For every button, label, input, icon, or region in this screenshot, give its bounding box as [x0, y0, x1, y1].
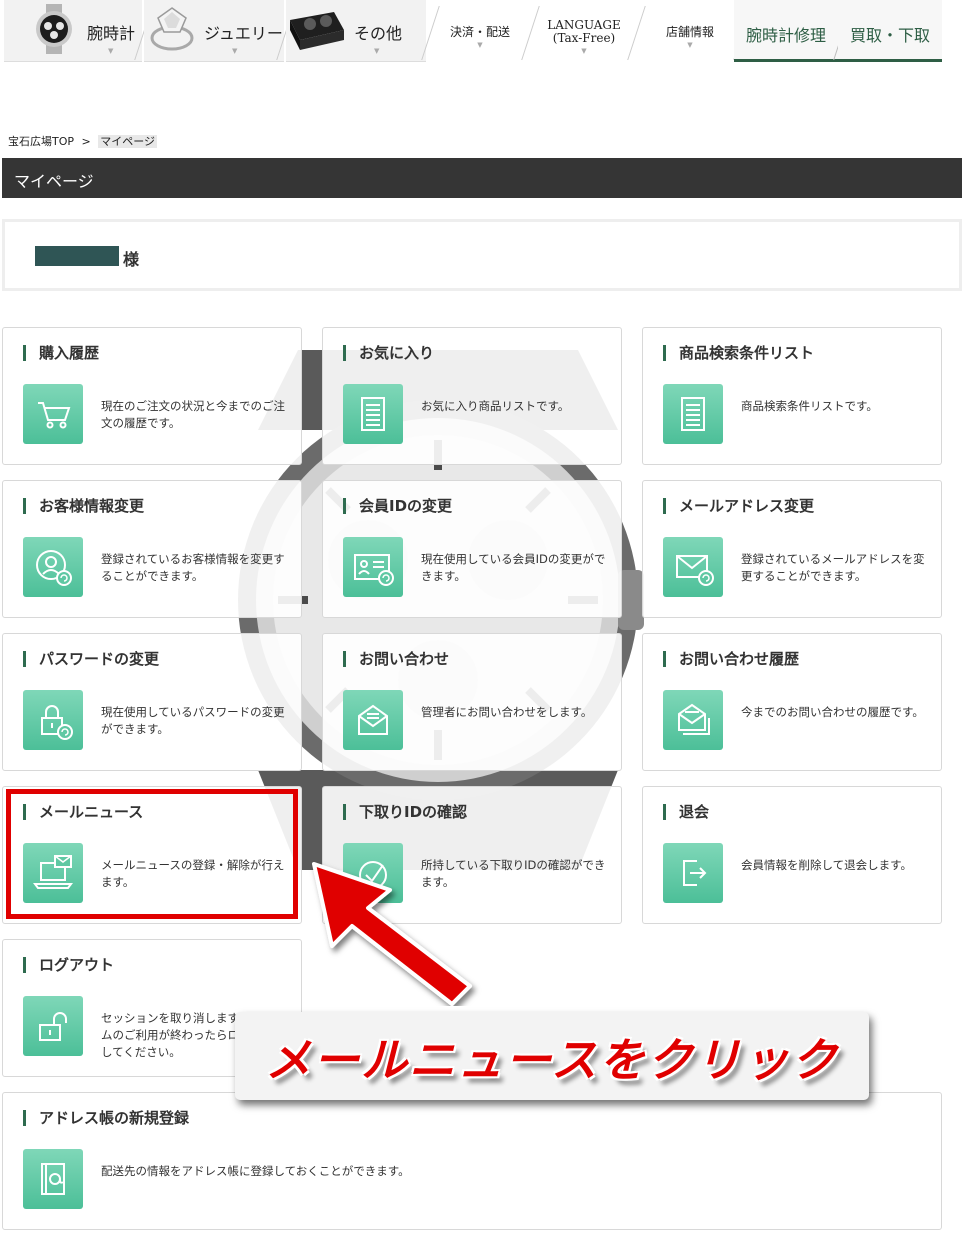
card-password-change[interactable]: パスワードの変更 現在使用しているパスワードの変更ができます。	[2, 633, 302, 771]
nav-item-language[interactable]: LANGUAGE (Tax-Free) ▼	[534, 0, 634, 62]
card-title: 退会	[663, 804, 709, 820]
page-title-bar: マイページ	[2, 158, 962, 198]
instruction-callout: メールニュースをクリック	[235, 1012, 869, 1100]
card-description: 今までのお問い合わせの履歴です。	[741, 705, 924, 719]
card-title: お問い合わせ履歴	[663, 651, 799, 667]
card-description: 登録されているお客様情報を変更することができます。	[101, 552, 285, 583]
card-title: ログアウト	[23, 957, 114, 973]
card-title: パスワードの変更	[23, 651, 159, 667]
nav-item-other[interactable]: その他 ▼	[286, 0, 426, 62]
card-title: メールアドレス変更	[663, 498, 814, 514]
card-description: 現在使用しているパスワードの変更ができます。	[101, 705, 285, 736]
list-icon	[343, 384, 403, 444]
nav-label: 買取・下取	[849, 26, 930, 45]
card-favorites[interactable]: お気に入り お気に入り商品リストです。	[322, 327, 622, 465]
nav-item-watch-repair[interactable]: 腕時計修理	[734, 0, 838, 62]
card-description: 現在使用している会員IDの変更ができます。	[421, 552, 606, 583]
nav-label: ジュエリー	[204, 24, 283, 43]
card-description: 登録されているメールアドレスを変更することができます。	[741, 552, 925, 583]
chevron-down-icon: ▼	[108, 47, 114, 55]
watch-thumbnail-icon	[36, 4, 72, 54]
chevron-down-icon: ▼	[581, 47, 587, 55]
chevron-down-icon: ▼	[687, 41, 693, 49]
list-icon	[663, 384, 723, 444]
nav-label: 腕時計修理	[745, 26, 826, 45]
card-description: 商品検索条件リストです。	[741, 399, 878, 413]
lock-refresh-icon	[23, 690, 83, 750]
card-title: アドレス帳の新規登録	[23, 1110, 189, 1126]
user-honorific: 様	[123, 250, 140, 269]
card-description: 現在のご注文の状況と今までのご注文の履歴です。	[101, 399, 285, 430]
global-nav: 腕時計 ▼ ジュエリー ▼ その他 ▼ 決済・配送 ▼ LANGUAGE (Ta…	[0, 0, 964, 64]
card-title: 購入履歴	[23, 345, 99, 361]
nav-item-buyback[interactable]: 買取・下取	[838, 0, 942, 62]
cart-icon	[23, 384, 83, 444]
nav-item-jewelry[interactable]: ジュエリー ▼	[144, 0, 284, 62]
card-description: お気に入り商品リストです。	[421, 399, 570, 413]
card-email-change[interactable]: メールアドレス変更 登録されているメールアドレスを変更することができます。	[642, 480, 942, 618]
nav-sublabel: (Tax-Free)	[552, 31, 616, 45]
arrow-pointer-icon	[312, 862, 472, 1006]
nav-item-watches[interactable]: 腕時計 ▼	[4, 0, 142, 62]
chevron-down-icon: ▼	[374, 47, 380, 55]
nav-item-payment-shipping[interactable]: 決済・配送 ▼	[432, 0, 528, 62]
card-title: お気に入り	[343, 345, 434, 361]
card-purchase-history[interactable]: 購入履歴 現在のご注文の状況と今までのご注文の履歴です。	[2, 327, 302, 465]
page-title: マイページ	[14, 172, 94, 191]
nav-label: 店舗情報	[665, 25, 714, 39]
card-withdraw[interactable]: 退会 会員情報を削除して退会します。	[642, 786, 942, 924]
inquiry-mail-icon	[343, 690, 403, 750]
mail-refresh-icon	[663, 537, 723, 597]
nav-label: 決済・配送	[449, 25, 510, 39]
card-inquiry[interactable]: お問い合わせ 管理者にお問い合わせをします。	[322, 633, 622, 771]
card-address-book-new[interactable]: アドレス帳の新規登録 配送先の情報をアドレス帳に登録しておくことができます。	[2, 1092, 942, 1230]
watch-box-thumbnail-icon	[290, 12, 344, 50]
card-title: お問い合わせ	[343, 651, 449, 667]
breadcrumb: 宝石広場TOP > マイページ	[8, 133, 158, 149]
breadcrumb-home-link[interactable]: 宝石広場TOP	[8, 135, 74, 148]
card-description: 管理者にお問い合わせをします。	[421, 705, 593, 719]
breadcrumb-separator: >	[81, 135, 91, 148]
id-card-refresh-icon	[343, 537, 403, 597]
card-title: 下取りIDの確認	[343, 804, 467, 820]
card-description: 会員情報を削除して退会します。	[741, 858, 913, 872]
card-title: 会員IDの変更	[343, 498, 452, 514]
card-inquiry-history[interactable]: お問い合わせ履歴 今までのお問い合わせの履歴です。	[642, 633, 942, 771]
unlock-icon	[23, 996, 83, 1056]
chevron-down-icon: ▼	[477, 41, 483, 49]
callout-text: メールニュースをクリック	[265, 1033, 839, 1087]
card-member-id-change[interactable]: 会員IDの変更 現在使用している会員IDの変更ができます。	[322, 480, 622, 618]
card-customer-info-change[interactable]: お客様情報変更 登録されているお客様情報を変更することができます。	[2, 480, 302, 618]
exit-icon	[663, 843, 723, 903]
card-description: 配送先の情報をアドレス帳に登録しておくことができます。	[101, 1164, 410, 1178]
ring-thumbnail-icon	[150, 7, 194, 51]
nav-label: その他	[354, 24, 403, 43]
card-search-condition-list[interactable]: 商品検索条件リスト 商品検索条件リストです。	[642, 327, 942, 465]
card-title: 商品検索条件リスト	[663, 345, 814, 361]
inquiry-history-icon	[663, 690, 723, 750]
chevron-down-icon: ▼	[232, 47, 238, 55]
card-title: お客様情報変更	[23, 498, 144, 514]
nav-label: 腕時計	[87, 24, 136, 43]
user-greeting-box: 様	[2, 219, 962, 291]
breadcrumb-current: マイページ	[98, 135, 158, 148]
nav-item-store-info[interactable]: 店舗情報 ▼	[640, 0, 740, 62]
username-redacted	[35, 246, 119, 266]
address-book-icon	[23, 1149, 83, 1209]
user-refresh-icon	[23, 537, 83, 597]
highlight-box	[6, 789, 298, 919]
